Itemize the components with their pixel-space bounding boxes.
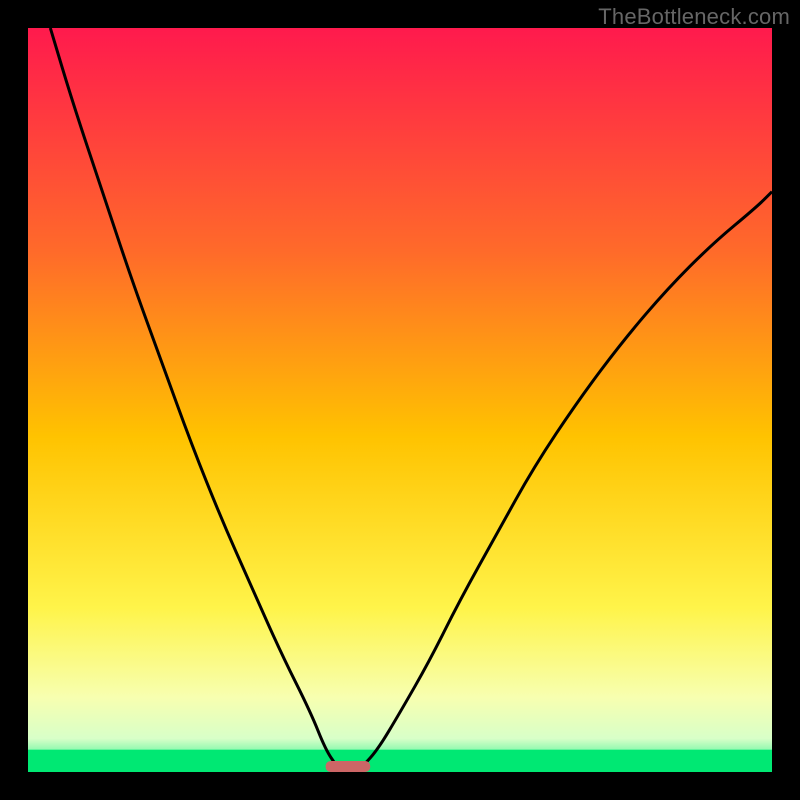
green-baseline-band <box>28 750 772 772</box>
gradient-background <box>28 28 772 772</box>
watermark-text: TheBottleneck.com <box>598 4 790 30</box>
chart-frame <box>28 28 772 772</box>
bottleneck-chart <box>28 28 772 772</box>
optimum-marker <box>326 761 371 772</box>
